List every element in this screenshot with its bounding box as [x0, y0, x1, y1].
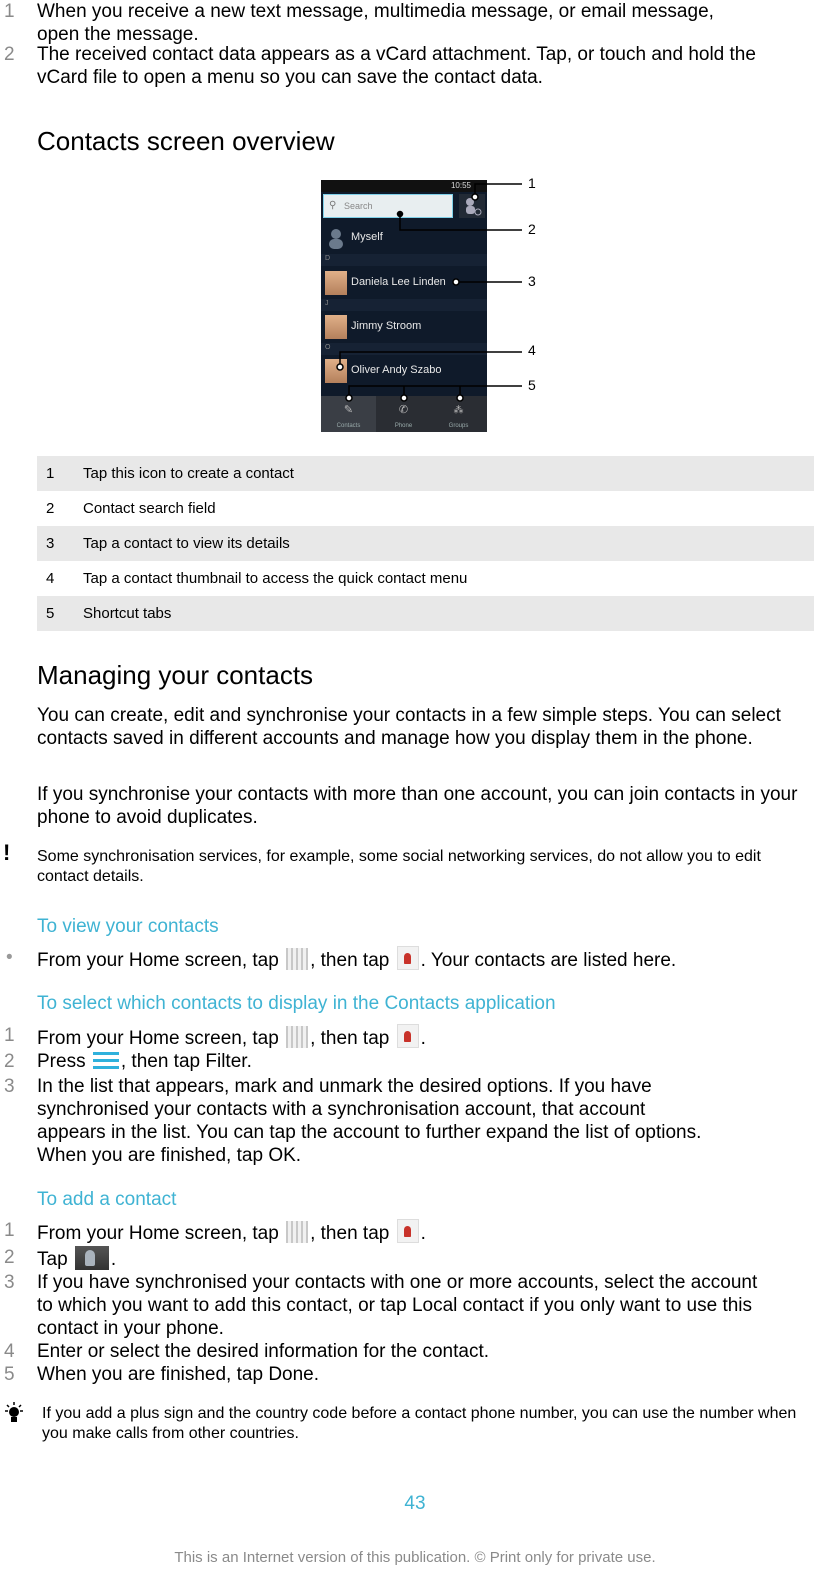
managing-paragraph-1: You can create, edit and synchronise you…: [37, 705, 781, 749]
table-row: 5 Shortcut tabs: [37, 596, 814, 631]
heading-view-contacts: To view your contacts: [37, 916, 219, 937]
table-row: 2 Contact search field: [46, 500, 216, 517]
footer-notice: This is an Internet version of this publ…: [174, 1549, 656, 1566]
callout-lines: [336, 183, 522, 402]
callout-2: 2: [528, 221, 536, 237]
contacts-app-icon: [396, 1219, 419, 1243]
heading-select-contacts: To select which contacts to display in t…: [37, 993, 556, 1014]
callout-3: 3: [528, 273, 536, 289]
bullet-icon: •: [6, 947, 13, 968]
add-contact-icon: [74, 1246, 109, 1270]
heading-add-contact: To add a contact: [37, 1189, 177, 1210]
page-number: 43: [404, 1493, 426, 1514]
warning-note: Some synchronisation services, for examp…: [37, 848, 761, 885]
table-row: 3 Tap a contact to view its details: [37, 526, 814, 561]
legend-table: 1 Tap this icon to create a contact 2 Cont…: [37, 456, 814, 631]
warning-icon: !: [3, 840, 11, 865]
contacts-app-icon: [396, 946, 419, 970]
managing-paragraph-2: If you synchronise your contacts with mo…: [37, 784, 798, 828]
callout-1: 1: [528, 175, 536, 191]
section-title-managing: Managing your contacts: [37, 660, 314, 690]
apps-grid-icon: [286, 1026, 309, 1048]
tip-lightbulb-icon: [5, 1402, 23, 1422]
menu-icon: [92, 1050, 119, 1072]
contacts-app-icon: [396, 1024, 419, 1048]
callout-5: 5: [528, 377, 536, 393]
apps-grid-icon: [286, 948, 309, 970]
apps-grid-icon: [286, 1221, 309, 1243]
tip-note: If you add a plus sign and the country c…: [42, 1405, 797, 1442]
table-row: 1 Tap this icon to create a contact: [37, 456, 814, 491]
table-row: 4 Tap a contact thumbnail to access the q…: [46, 570, 468, 587]
callout-4: 4: [528, 342, 536, 358]
